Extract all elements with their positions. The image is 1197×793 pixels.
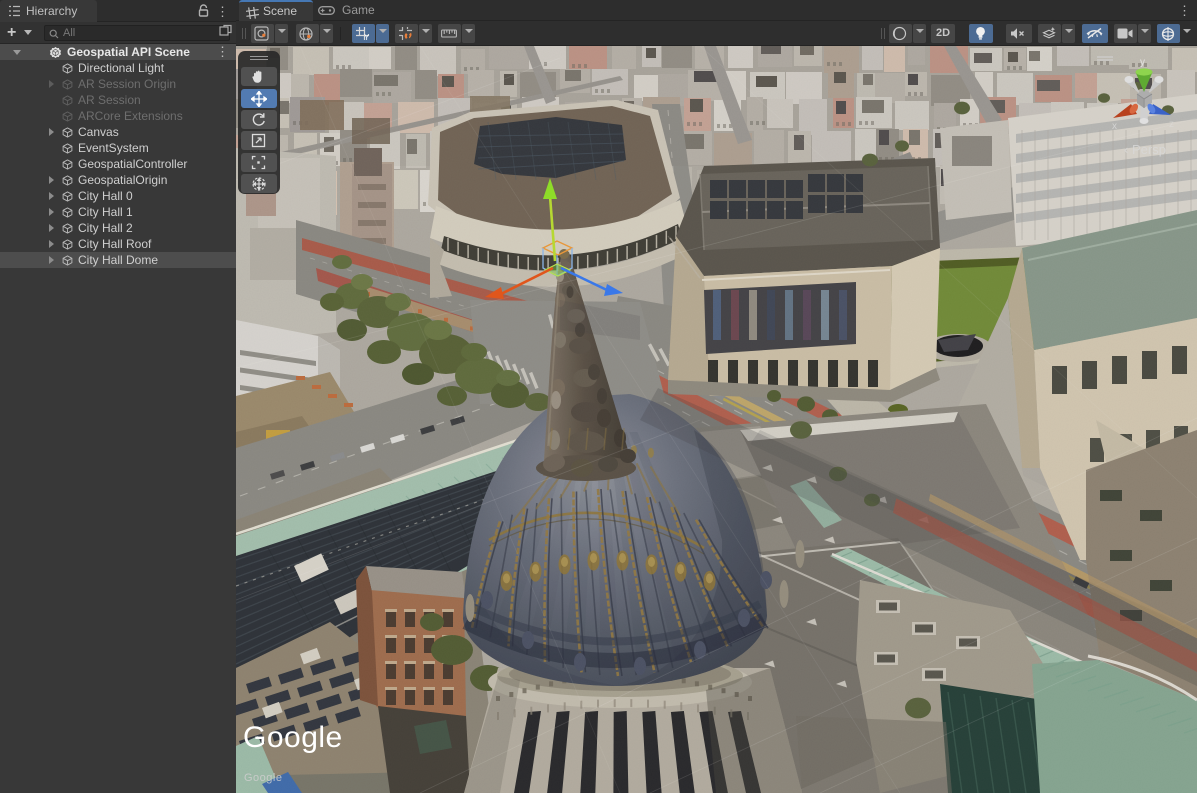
svg-text:z: z (1169, 119, 1174, 130)
svg-text:y: y (1140, 57, 1145, 68)
svg-text:‹ Persp: ‹ Persp (1124, 142, 1166, 157)
svg-text:Y: Y (364, 33, 370, 41)
svg-text:x: x (1112, 121, 1117, 132)
